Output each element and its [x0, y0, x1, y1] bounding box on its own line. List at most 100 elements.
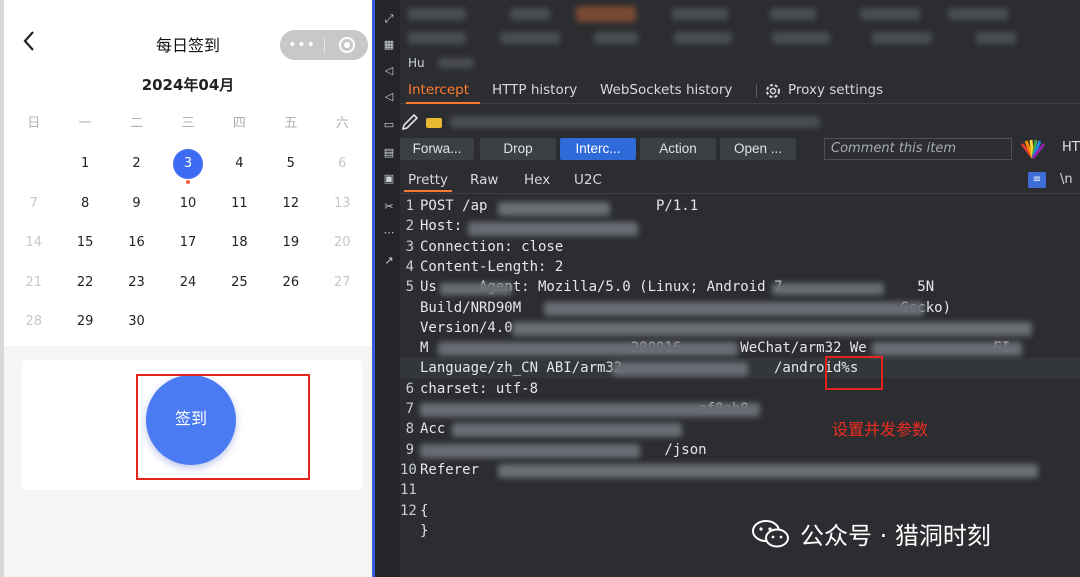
code-line[interactable]: charset: utf-8	[420, 381, 538, 397]
menu-item-blurred[interactable]	[594, 32, 638, 44]
calendar-day[interactable]: 18	[214, 231, 265, 255]
lock-icon[interactable]: ▣	[381, 172, 397, 186]
calendar-day-today[interactable]: 3	[162, 149, 213, 184]
calendar-day[interactable]: 1	[59, 152, 110, 176]
calendar-day[interactable]: 30	[111, 310, 162, 334]
tab-intercept[interactable]: Intercept	[408, 82, 469, 98]
redacted-ua	[772, 283, 884, 295]
menu-item-blurred[interactable]	[408, 8, 466, 20]
pencil-icon[interactable]	[400, 112, 420, 132]
message-view-tabs: Pretty Raw Hex U2C ≡ \n ≡	[400, 168, 1080, 194]
calendar-day[interactable]: 22	[59, 271, 110, 295]
menu-item-blurred[interactable]	[860, 8, 920, 20]
menu-item-blurred-active[interactable]	[576, 6, 636, 22]
menu-item-blurred[interactable]	[674, 32, 732, 44]
calendar-day[interactable]: 25	[214, 271, 265, 295]
calendar-icon[interactable]: ▦	[381, 38, 397, 52]
highlight-color-icon[interactable]	[1020, 138, 1046, 160]
line-number: 7	[405, 401, 414, 417]
calendar-day[interactable]: 13	[317, 192, 368, 216]
monitor-icon[interactable]: ▭	[381, 118, 397, 132]
calendar-day[interactable]: 29	[59, 310, 110, 334]
menu-item-blurred[interactable]	[510, 8, 550, 20]
line-number: 4	[405, 258, 414, 275]
menu-item-blurred[interactable]	[672, 8, 728, 20]
code-line[interactable]: {	[420, 503, 428, 519]
code-line[interactable]: Connection: close	[420, 239, 563, 255]
calendar-day[interactable]: 17	[162, 231, 213, 255]
expand-icon[interactable]: ⤢	[381, 12, 397, 26]
capsule-menu[interactable]: •••	[280, 30, 368, 60]
open-browser-button[interactable]: Open ...	[720, 138, 796, 160]
comment-input[interactable]: Comment this item	[824, 138, 1012, 160]
calendar-day[interactable]: 16	[111, 231, 162, 255]
annotation-text: 设置并发参数	[832, 420, 929, 439]
wrap-lines-icon[interactable]: ≡	[1028, 172, 1046, 188]
weekday-label: 二	[130, 116, 144, 131]
calendar-day[interactable]: 8	[59, 192, 110, 216]
menu-item-blurred[interactable]	[770, 8, 816, 20]
gear-icon[interactable]	[764, 82, 782, 100]
calendar-day[interactable]: 6	[317, 152, 368, 176]
left-toolbar: ⤢ ▦ ◁ ◁ ▭ ▤ ▣ ✂ ⋯ ↗	[372, 0, 400, 577]
calendar-day[interactable]: 11	[214, 192, 265, 216]
code-line[interactable]: Content-Length: 2	[420, 259, 563, 275]
calendar-day[interactable]: 26	[265, 271, 316, 295]
calendar-day[interactable]: 15	[59, 231, 110, 255]
scissors-icon[interactable]: ✂	[381, 200, 397, 214]
calendar-day	[265, 310, 316, 334]
tab-u2c[interactable]: U2C	[574, 172, 602, 188]
code-line[interactable]: }	[420, 523, 428, 539]
speaker-icon[interactable]: ◁	[381, 64, 397, 78]
menu-item-blurred[interactable]	[872, 32, 932, 44]
intercept-toggle-button[interactable]: Interc...	[560, 138, 636, 160]
calendar-day[interactable]: 28	[8, 310, 59, 334]
tab-raw[interactable]: Raw	[470, 172, 498, 188]
more-icon[interactable]: ⋯	[381, 226, 397, 240]
highlight-box-param	[825, 356, 883, 390]
action-button[interactable]: Action	[640, 138, 716, 160]
highlight-marker-icon[interactable]	[426, 118, 442, 128]
menu-item-blurred[interactable]	[500, 32, 560, 44]
calendar-week: 21 22 23 24 25 26 27	[8, 271, 368, 295]
menu-item-blurred[interactable]	[408, 32, 466, 44]
calendar-day[interactable]: 10	[162, 192, 213, 216]
forward-button[interactable]: Forwa...	[400, 138, 474, 160]
external-link-icon[interactable]: ↗	[381, 254, 397, 268]
close-target-icon[interactable]	[325, 36, 368, 54]
weekday-label: 五	[284, 116, 298, 131]
calendar-day[interactable]: 14	[8, 231, 59, 255]
calendar-day[interactable]: 19	[265, 231, 316, 255]
tab-hex[interactable]: Hex	[524, 172, 550, 188]
calendar-day[interactable]: 27	[317, 271, 368, 295]
tab-pretty[interactable]: Pretty	[408, 172, 448, 188]
menu-item-blurred[interactable]	[948, 8, 1008, 20]
code-line[interactable]: Host:	[420, 218, 462, 234]
calendar-day[interactable]: 4	[214, 152, 265, 176]
calendar-day[interactable]: 21	[8, 271, 59, 295]
more-dots-icon[interactable]: •••	[280, 30, 324, 60]
code-line[interactable]: Referer	[420, 462, 479, 478]
newline-toggle[interactable]: \n	[1060, 172, 1073, 187]
clipboard-icon[interactable]: ▤	[381, 146, 397, 160]
calendar-day[interactable]: 9	[111, 192, 162, 216]
code-line[interactable]: Version/4.0	[420, 320, 513, 336]
menu-item-blurred[interactable]	[772, 32, 830, 44]
code-line[interactable]: Acc	[420, 421, 445, 437]
tab-websockets-history[interactable]: WebSockets history	[600, 82, 732, 98]
calendar-day[interactable]: 7	[8, 192, 59, 216]
drop-button[interactable]: Drop	[480, 138, 556, 160]
weekday-label: 日	[27, 116, 41, 131]
http-version-label[interactable]: HTTP/1	[1062, 140, 1080, 155]
mute-icon[interactable]: ◁	[381, 90, 397, 104]
tab-proxy-settings[interactable]: Proxy settings	[788, 82, 883, 98]
calendar-day[interactable]: 5	[265, 152, 316, 176]
calendar-day[interactable]: 23	[111, 271, 162, 295]
calendar-day[interactable]: 12	[265, 192, 316, 216]
calendar-day[interactable]: 20	[317, 231, 368, 255]
tab-http-history[interactable]: HTTP history	[492, 82, 577, 98]
redacted-version	[512, 322, 1032, 336]
calendar-day[interactable]: 2	[111, 152, 162, 176]
calendar-day[interactable]: 24	[162, 271, 213, 295]
menu-item-blurred[interactable]	[976, 32, 1016, 44]
